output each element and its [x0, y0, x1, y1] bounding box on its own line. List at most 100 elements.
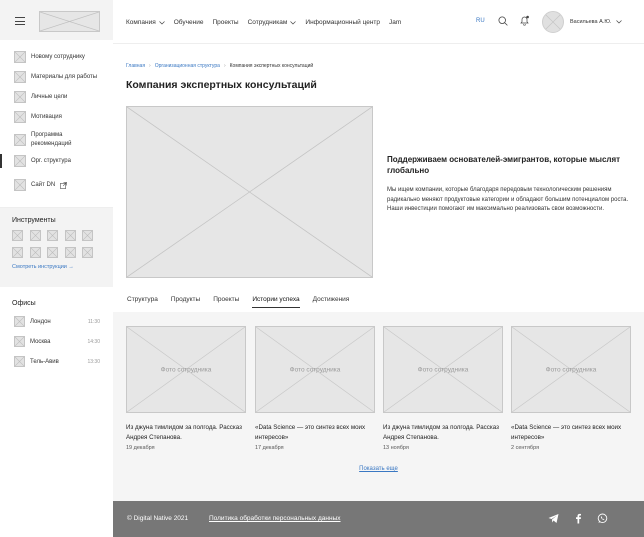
sidebar-item-org-structure[interactable]: Орг. структура — [0, 154, 71, 168]
sidebar-item-label: Новому сотруднику — [31, 54, 85, 60]
nav-projects[interactable]: Проекты — [212, 19, 238, 26]
employee-photo: Фото сотрудника — [126, 326, 246, 413]
content-tabs: Структура Продукты Проекты Истории успех… — [127, 296, 362, 308]
show-more-link[interactable]: Показать еще — [0, 466, 644, 472]
story-card[interactable]: Фото сотрудника «Data Science — это синт… — [255, 326, 375, 451]
nav-jam[interactable]: Jam — [389, 19, 401, 26]
tool-icon[interactable] — [47, 247, 58, 258]
nav-company[interactable]: Компания — [126, 19, 165, 26]
hero-title: Поддерживаем основателей-эмигрантов, кот… — [387, 155, 621, 175]
offices-title: Офисы — [12, 300, 36, 307]
sidebar-item-work-materials[interactable]: Материалы для работы — [14, 71, 97, 83]
tool-icon[interactable] — [29, 247, 41, 258]
office-city: Москва — [30, 338, 51, 345]
story-card[interactable]: Фото сотрудника Из джуна тимлидом за пол… — [126, 326, 246, 451]
story-date: 13 ноября — [383, 445, 409, 451]
language-switch[interactable]: RU — [476, 18, 485, 24]
placeholder-icon — [14, 336, 25, 347]
search-icon[interactable] — [498, 16, 508, 26]
story-title[interactable]: Из джуна тимлидом за полгода. Рассказ Ан… — [383, 423, 503, 443]
tool-icon[interactable] — [64, 230, 76, 241]
office-city: Тель-Авив — [30, 358, 59, 365]
placeholder-icon — [14, 155, 26, 167]
sidebar-item-label: Материалы для работы — [31, 74, 98, 80]
bell-icon[interactable] — [519, 15, 530, 26]
hero-image — [126, 106, 373, 278]
avatar[interactable] — [542, 11, 564, 33]
external-link-icon — [60, 181, 68, 189]
photo-label: Фото сотрудника — [545, 366, 597, 373]
breadcrumb-home[interactable]: Главная — [126, 63, 145, 69]
office-london: Лондон 11:30 — [14, 316, 100, 327]
tool-icon[interactable] — [47, 230, 58, 241]
story-card[interactable]: Фото сотрудника «Data Science — это синт… — [511, 326, 631, 451]
story-title[interactable]: «Data Science — это синтез всех моих инт… — [255, 423, 375, 443]
sidebar-item-label: Сайт DN — [31, 182, 56, 188]
placeholder-icon — [14, 91, 26, 103]
tool-icon[interactable] — [82, 230, 93, 241]
sidebar-item-motivation[interactable]: Мотивация — [14, 111, 62, 123]
placeholder-icon — [14, 71, 26, 83]
tab-achievements[interactable]: Достижения — [313, 296, 350, 308]
breadcrumb: Главная › Организационная структура › Ко… — [126, 63, 313, 69]
sidebar-item-label: Орг. структура — [31, 158, 71, 164]
story-card[interactable]: Фото сотрудника Из джуна тимлидом за пол… — [383, 326, 503, 451]
logo[interactable] — [39, 11, 100, 32]
telegram-icon[interactable] — [548, 513, 559, 524]
story-title[interactable]: «Data Science — это синтез всех моих инт… — [511, 423, 631, 443]
tab-success-stories[interactable]: Истории успеха — [252, 296, 300, 308]
breadcrumb-current: Компания экспертных консультаций — [229, 63, 314, 69]
office-time: 11:30 — [87, 318, 100, 325]
placeholder-icon — [14, 134, 26, 146]
employee-photo: Фото сотрудника — [255, 326, 375, 413]
photo-label: Фото сотрудника — [289, 366, 341, 373]
sidebar-item-new-employee[interactable]: Новому сотруднику — [14, 51, 85, 63]
chevron-down-icon — [290, 20, 297, 24]
tab-products[interactable]: Продукты — [171, 296, 200, 308]
office-city: Лондон — [30, 318, 51, 325]
story-date: 2 сентября — [511, 445, 540, 451]
tool-icon[interactable] — [12, 230, 23, 241]
sidebar-item-label: Мотивация — [31, 114, 62, 120]
placeholder-icon — [14, 111, 26, 123]
hero-text: Мы ищем компании, которые благодаря пере… — [387, 187, 629, 212]
header: Компания Обучение Проекты Сотрудникам Ин… — [113, 0, 644, 44]
tab-projects[interactable]: Проекты — [213, 296, 239, 308]
photo-label: Фото сотрудника — [417, 366, 469, 373]
office-time: 13:30 — [87, 358, 100, 365]
chevron-right-icon: › — [223, 63, 226, 69]
tool-icon[interactable] — [12, 247, 23, 258]
facebook-icon[interactable] — [573, 513, 584, 524]
employee-photo: Фото сотрудника — [383, 326, 503, 413]
user-menu[interactable]: Васильева А.Ю. — [570, 19, 623, 25]
tool-icon[interactable] — [29, 230, 41, 241]
tool-icon[interactable] — [82, 247, 93, 258]
story-title[interactable]: Из джуна тимлидом за полгода. Рассказ Ан… — [126, 423, 246, 443]
breadcrumb-section[interactable]: Организационная структура — [155, 63, 220, 69]
sidebar-item-referral-program[interactable]: Программа рекомендаций — [14, 131, 94, 149]
whatsapp-icon[interactable] — [597, 513, 608, 524]
story-date: 19 декабря — [126, 445, 155, 451]
office-moscow: Москва 14:30 — [14, 336, 100, 347]
menu-icon[interactable] — [15, 17, 25, 26]
tools-title: Инструменты — [12, 217, 56, 224]
copyright: © Digital Native 2021 — [127, 515, 189, 522]
sidebar-item-site-dn[interactable]: Сайт DN — [14, 179, 68, 191]
placeholder-icon — [14, 179, 26, 191]
tools-instructions-link[interactable]: Смотреть инструкции → — [12, 264, 74, 270]
nav-training[interactable]: Обучение — [174, 19, 204, 26]
username: Васильева А.Ю. — [570, 19, 612, 25]
privacy-policy-link[interactable]: Политика обработки персональных данных — [209, 515, 341, 522]
photo-label: Фото сотрудника — [160, 366, 212, 373]
nav-employees[interactable]: Сотрудникам — [248, 19, 297, 26]
tool-icon[interactable] — [64, 247, 76, 258]
story-date: 17 декабря — [255, 445, 284, 451]
top-nav: Компания Обучение Проекты Сотрудникам Ин… — [126, 19, 410, 26]
sidebar-item-personal-goals[interactable]: Личные цели — [14, 91, 67, 103]
chevron-down-icon — [616, 20, 623, 24]
nav-info-center[interactable]: Информационный центр — [305, 19, 380, 26]
page-title: Компания экспертных консультаций — [126, 79, 317, 91]
tab-structure[interactable]: Структура — [127, 296, 158, 308]
placeholder-icon — [14, 356, 25, 367]
chevron-right-icon: › — [149, 63, 151, 69]
